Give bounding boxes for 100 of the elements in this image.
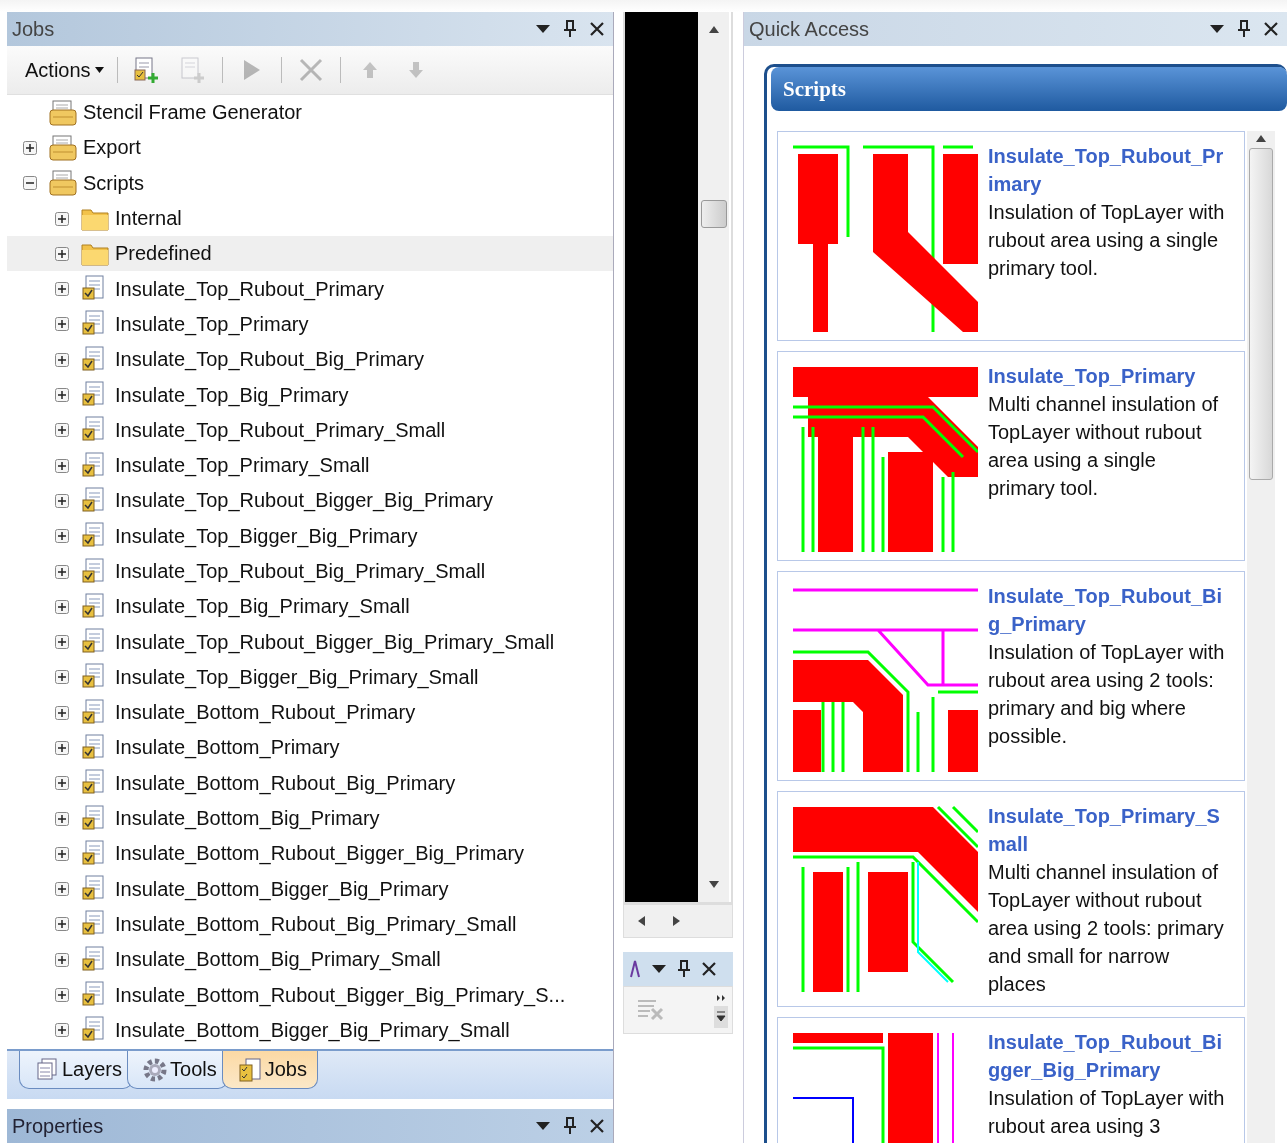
expand-icon[interactable] xyxy=(55,776,69,791)
expand-icon[interactable] xyxy=(55,493,69,508)
expand-icon[interactable] xyxy=(55,388,69,402)
scrollbar[interactable] xyxy=(623,904,733,938)
tree-item[interactable]: Insulate_Bottom_Big_Primary_Small xyxy=(7,942,613,978)
script-link[interactable]: Insulate_Top_Primary_Small xyxy=(988,802,1226,858)
job-group-icon xyxy=(49,169,77,198)
job-group-icon xyxy=(49,133,77,162)
collapse-icon[interactable] xyxy=(23,176,37,191)
tree-item[interactable]: Insulate_Top_Bigger_Big_Primary_Small xyxy=(7,659,613,696)
close-icon[interactable] xyxy=(1263,21,1279,37)
scroll-up-icon[interactable] xyxy=(1256,135,1266,142)
tree-item[interactable]: Insulate_Top_Rubout_Big_Primary xyxy=(7,342,613,378)
tab[interactable]: Jobs xyxy=(221,1051,318,1089)
tree-item[interactable]: Insulate_Bottom_Rubout_Big_Primary_Small xyxy=(7,906,613,943)
tree-item[interactable]: Insulate_Bottom_Rubout_Bigger_Big_Primary_S... xyxy=(7,977,613,1013)
tree-item[interactable]: Insulate_Top_Primary xyxy=(7,306,613,343)
panel-title: Jobs xyxy=(12,17,55,41)
close-icon[interactable] xyxy=(589,1118,605,1134)
script-card[interactable]: Insulate_Top_Rubout_Primary Insulation of TopLayer with rubout area using a single primary tool. xyxy=(777,131,1245,341)
tree-item[interactable]: Stencil Frame Generator xyxy=(7,95,613,131)
tree-item[interactable]: Insulate_Top_Big_Primary xyxy=(7,377,613,413)
script-link[interactable]: Insulate_Top_Rubout_Primary xyxy=(988,142,1226,198)
expand-icon[interactable] xyxy=(55,811,69,826)
dropdown-icon[interactable] xyxy=(651,964,667,974)
tree-item[interactable]: Insulate_Top_Rubout_Bigger_Big_Primary xyxy=(7,483,613,519)
script-description: Insulation of TopLayer with rubout area using 2 tools: primary and big where possible. xyxy=(988,640,1226,749)
expand-icon[interactable] xyxy=(55,952,69,967)
tree-item[interactable]: Insulate_Bottom_Bigger_Big_Primary xyxy=(7,871,613,907)
overflow-icon[interactable] xyxy=(714,992,728,1028)
expand-icon[interactable] xyxy=(55,705,69,720)
expand-icon[interactable] xyxy=(55,741,69,755)
scroll-up-icon[interactable] xyxy=(708,26,719,33)
pin-icon[interactable] xyxy=(563,20,577,38)
expand-icon[interactable] xyxy=(55,599,69,614)
expand-icon[interactable] xyxy=(55,423,69,438)
dropdown-icon[interactable] xyxy=(535,24,551,34)
document-add-icon xyxy=(132,56,161,84)
expand-icon[interactable] xyxy=(55,670,69,685)
tree-item[interactable]: Scripts xyxy=(7,165,613,201)
scroll-left-icon[interactable] xyxy=(638,916,645,926)
expand-icon[interactable] xyxy=(55,564,69,579)
script-description: Insulation of TopLayer with rubout area using a single primary tool. xyxy=(988,200,1226,281)
expand-icon[interactable] xyxy=(55,282,69,297)
expand-icon[interactable] xyxy=(55,352,69,367)
script-description: Multi channel insulation of TopLayer without rubout area using 2 tools: primary and small for narrow places xyxy=(988,860,1225,997)
script-card[interactable]: Insulate_Top_Primary Multi channel insulation of TopLayer without rubout area using a single primary tool. xyxy=(777,351,1245,561)
tree-item[interactable]: Insulate_Top_Primary_Small xyxy=(7,447,613,484)
tree-item[interactable]: Insulate_Top_Rubout_Primary_Small xyxy=(7,412,613,448)
scrollbar[interactable] xyxy=(1247,131,1275,1143)
script-link[interactable]: Insulate_Top_Rubout_Bigger_Big_Primary xyxy=(988,1028,1226,1084)
tree-item[interactable]: Insulate_Top_Rubout_Primary xyxy=(7,271,613,307)
expand-icon[interactable] xyxy=(55,458,69,473)
tree-item[interactable]: Insulate_Bottom_Bigger_Big_Primary_Small xyxy=(7,1012,613,1048)
tree-item[interactable]: Export xyxy=(7,130,613,166)
tree-item[interactable]: Insulate_Bottom_Primary xyxy=(7,730,613,766)
pin-icon[interactable] xyxy=(1237,20,1251,38)
tree-item[interactable]: Insulate_Top_Rubout_Bigger_Big_Primary_Small xyxy=(7,624,613,660)
scroll-thumb[interactable] xyxy=(1249,148,1273,480)
expand-icon[interactable] xyxy=(55,635,69,650)
scrollbar[interactable] xyxy=(698,12,729,902)
tree-item[interactable]: Insulate_Bottom_Rubout_Primary xyxy=(7,695,613,731)
expand-icon[interactable] xyxy=(55,882,69,897)
dropdown-icon[interactable] xyxy=(1209,24,1225,34)
scroll-thumb[interactable] xyxy=(701,200,727,228)
scroll-down-icon[interactable] xyxy=(708,881,719,888)
panel-title: Quick Access xyxy=(749,17,870,41)
close-icon[interactable] xyxy=(589,21,605,37)
expand-icon[interactable] xyxy=(55,846,69,861)
scroll-right-icon[interactable] xyxy=(673,916,680,926)
script-link[interactable]: Insulate_Top_Primary xyxy=(988,362,1226,390)
document-copy-icon xyxy=(178,56,207,84)
actions-menu-button[interactable]: Actions xyxy=(21,58,108,82)
expand-icon[interactable] xyxy=(55,917,69,932)
expand-icon[interactable] xyxy=(55,246,69,261)
expand-icon[interactable] xyxy=(55,529,69,544)
tree-item[interactable]: Insulate_Top_Big_Primary_Small xyxy=(7,589,613,625)
dropdown-icon[interactable] xyxy=(535,1121,551,1131)
expand-icon[interactable] xyxy=(55,317,69,332)
tree-item[interactable]: Insulate_Bottom_Rubout_Big_Primary xyxy=(7,765,613,801)
script-card[interactable]: Insulate_Top_Rubout_Big_Primary Insulation of TopLayer with rubout area using 2 tools: primary and big where possible. xyxy=(777,571,1245,781)
tree-item[interactable]: Internal xyxy=(7,200,613,237)
pin-icon[interactable] xyxy=(563,1117,577,1135)
tree-item[interactable]: Insulate_Top_Bigger_Big_Primary xyxy=(7,518,613,554)
script-card[interactable]: Insulate_Top_Rubout_Bigger_Big_Primary Insulation of TopLayer with rubout area using 3 xyxy=(777,1017,1245,1143)
tree-item[interactable]: Insulate_Top_Rubout_Big_Primary_Small xyxy=(7,553,613,590)
tree-item[interactable]: Insulate_Bottom_Rubout_Bigger_Big_Primary xyxy=(7,836,613,872)
pin-icon[interactable] xyxy=(677,960,691,978)
job-list-icon xyxy=(236,1056,263,1083)
close-icon[interactable] xyxy=(701,961,717,977)
expand-icon[interactable] xyxy=(23,140,37,155)
tree-item[interactable]: Predefined xyxy=(7,236,613,272)
tree-item[interactable]: Insulate_Bottom_Big_Primary xyxy=(7,800,613,837)
script-card[interactable]: Insulate_Top_Primary_Small Multi channel insulation of TopLayer without rubout area using 2 tools: primary and small for narrow places xyxy=(777,791,1245,1007)
gear-icon xyxy=(142,1056,169,1083)
expand-icon[interactable] xyxy=(55,988,69,1003)
expand-icon[interactable] xyxy=(55,1023,69,1038)
script-link[interactable]: Insulate_Top_Rubout_Big_Primary xyxy=(988,582,1226,638)
expand-icon[interactable] xyxy=(55,211,69,226)
layers-icon xyxy=(34,1056,60,1083)
